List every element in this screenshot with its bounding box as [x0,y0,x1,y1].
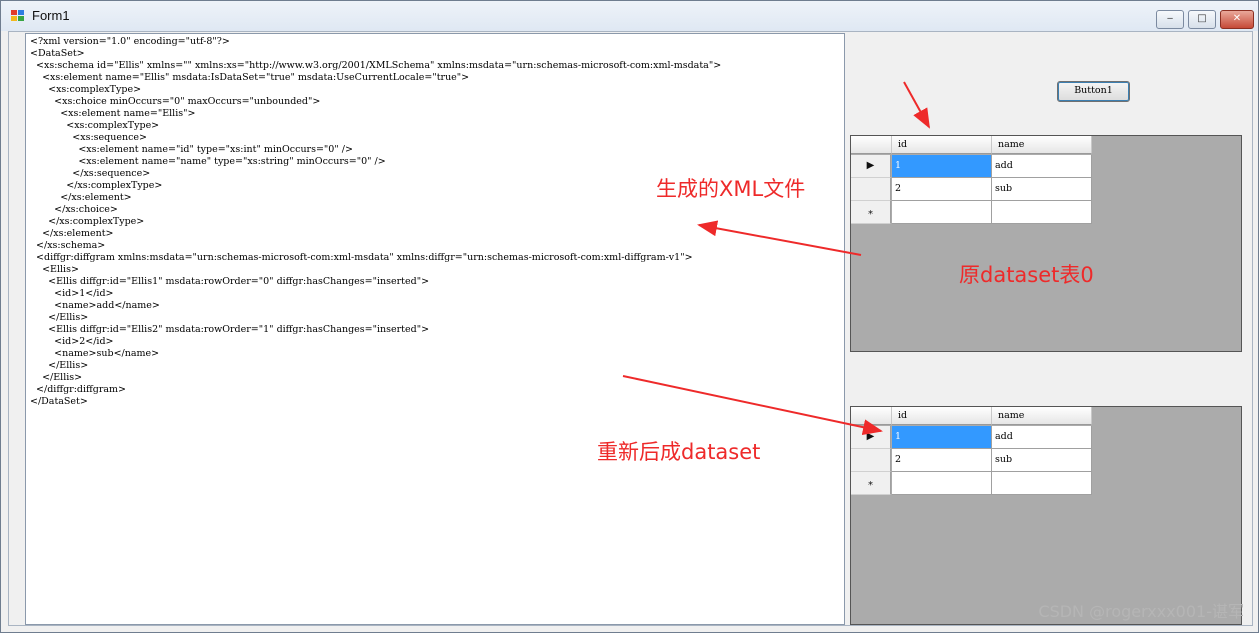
annotation-original-table: 原dataset表0 [959,263,1094,287]
arrow-to-xml-text [697,220,862,256]
annotation-xml-file: 生成的XML文件 [656,177,806,201]
arrow-to-grid-header [903,81,930,129]
annotation-arrows [622,81,930,436]
form1-window: Form1 ‒ □ ✕ <?xml version="1.0" encoding… [0,0,1259,633]
watermark: CSDN @rogerxxx001-谌军 [1038,602,1244,621]
arrow-to-regenerated-grid [622,375,883,436]
annotation-regenerated: 重新后成dataset [597,440,761,464]
